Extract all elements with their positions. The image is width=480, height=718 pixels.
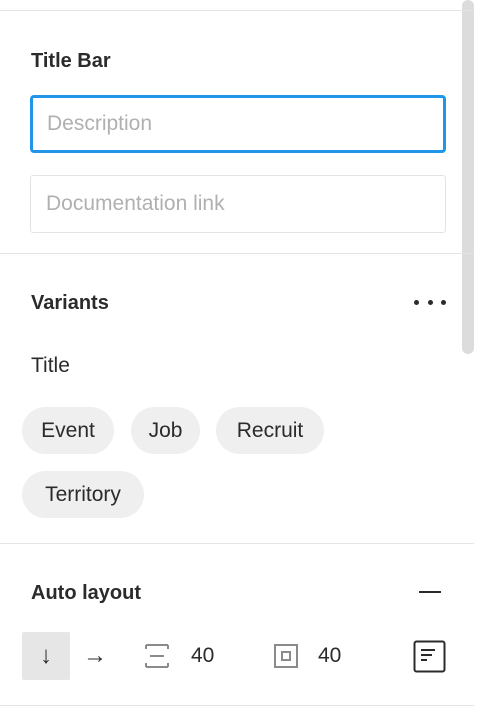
more-horizontal-icon <box>414 299 419 305</box>
spacing-between-icon <box>143 642 171 670</box>
padding-icon <box>272 642 300 670</box>
variant-option-job[interactable]: Job <box>131 407 200 454</box>
section-divider <box>0 253 474 254</box>
variant-property-name: Title <box>31 354 70 377</box>
section-divider <box>0 543 474 544</box>
remove-auto-layout-button[interactable] <box>412 580 448 604</box>
direction-horizontal-button[interactable]: → <box>71 632 119 680</box>
direction-vertical-button[interactable]: ↓ <box>22 632 70 680</box>
variants-more-button[interactable] <box>412 290 448 314</box>
auto-layout-heading: Auto layout <box>31 582 141 604</box>
description-input[interactable] <box>30 95 446 153</box>
padding-value[interactable]: 40 <box>318 644 341 668</box>
variant-option-territory[interactable]: Territory <box>22 471 144 518</box>
documentation-link-input[interactable] <box>30 175 446 233</box>
align-left-icon <box>413 640 446 673</box>
minus-icon <box>419 591 441 593</box>
bottom-divider <box>0 705 474 706</box>
variants-heading: Variants <box>31 292 109 314</box>
alignment-button[interactable] <box>413 640 446 673</box>
more-dot <box>427 299 433 305</box>
more-dot <box>441 299 446 305</box>
spacing-value[interactable]: 40 <box>191 644 214 668</box>
variant-option-event[interactable]: Event <box>22 407 114 454</box>
component-title: Title Bar <box>31 50 111 72</box>
arrow-right-icon: → <box>83 642 107 669</box>
variant-option-recruit[interactable]: Recruit <box>216 407 324 454</box>
arrow-down-icon: ↓ <box>40 642 52 669</box>
top-divider <box>0 10 474 11</box>
scrollbar-thumb[interactable] <box>462 0 474 354</box>
